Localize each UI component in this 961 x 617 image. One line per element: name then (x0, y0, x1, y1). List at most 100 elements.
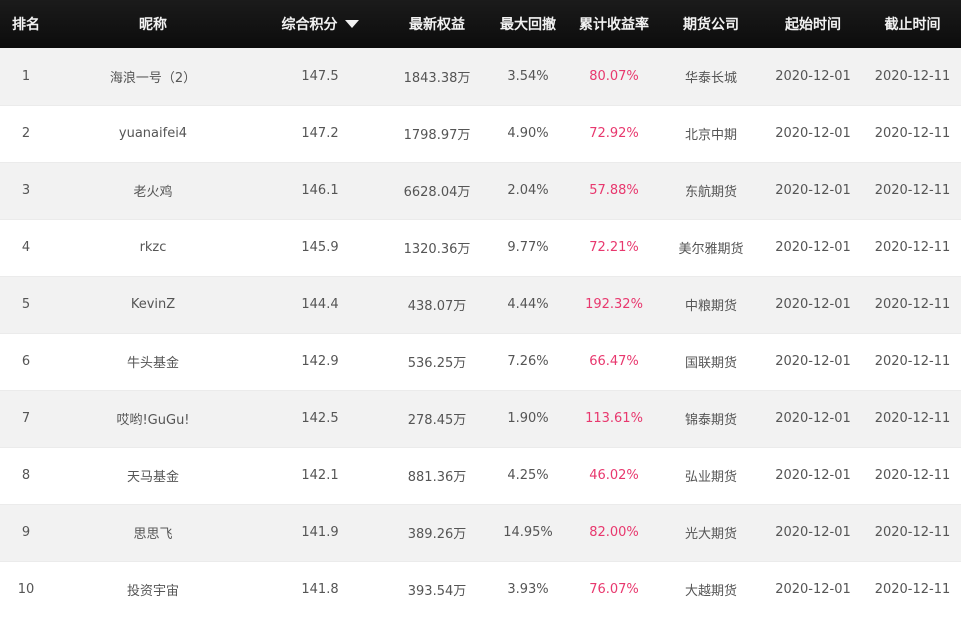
cell-drawdown: 7.26% (488, 333, 568, 391)
cell-rank: 3 (0, 162, 52, 220)
sort-desc-icon (344, 20, 359, 28)
header-start: 起始时间 (762, 0, 864, 48)
cell-rank: 9 (0, 504, 52, 562)
cell-start: 2020-12-01 (762, 447, 864, 505)
cell-end: 2020-12-11 (864, 276, 961, 334)
cell-start: 2020-12-01 (762, 561, 864, 617)
cell-rank: 8 (0, 447, 52, 505)
cell-start: 2020-12-01 (762, 219, 864, 277)
cell-drawdown: 14.95% (488, 504, 568, 562)
header-end-label: 截止时间 (884, 17, 941, 33)
cell-equity: 278.45万 (386, 390, 488, 448)
cell-rank: 4 (0, 219, 52, 277)
cell-return: 82.00% (568, 504, 660, 562)
header-rank-label: 排名 (12, 17, 40, 33)
cell-end: 2020-12-11 (864, 561, 961, 617)
cell-score: 142.9 (254, 333, 386, 391)
cell-drawdown: 3.93% (488, 561, 568, 617)
cell-start: 2020-12-01 (762, 162, 864, 220)
cell-score: 144.4 (254, 276, 386, 334)
cell-end: 2020-12-11 (864, 105, 961, 163)
cell-company: 光大期货 (660, 504, 762, 562)
cell-equity: 1798.97万 (386, 105, 488, 163)
cell-equity: 389.26万 (386, 504, 488, 562)
table-row: 7 哎哟!GuGu! 142.5 278.45万 1.90% 113.61% 锦泰期货 202… (0, 390, 961, 448)
cell-rank: 5 (0, 276, 52, 334)
cell-score: 142.1 (254, 447, 386, 505)
cell-company: 北京中期 (660, 105, 762, 163)
cell-end: 2020-12-11 (864, 390, 961, 448)
cell-equity: 1843.38万 (386, 48, 488, 106)
header-nickname: 昵称 (52, 0, 254, 48)
table-row: 8 天马基金 142.1 881.36万 4.25% 46.02% 弘业期货 2020-12-… (0, 447, 961, 505)
cell-company: 弘业期货 (660, 447, 762, 505)
table-row: 2 yuanaifei4 147.2 1798.97万 4.90% 72.92% 北京中期 2… (0, 105, 961, 163)
cell-company: 美尔雅期货 (660, 219, 762, 277)
cell-nickname[interactable]: 老火鸡 (52, 162, 254, 220)
cell-company: 东航期货 (660, 162, 762, 220)
cell-drawdown: 2.04% (488, 162, 568, 220)
ranking-table: 排名 昵称 综合积分 最新权益 最大回撤 累计收益率 期货公司 起始时间 截止时… (0, 0, 961, 617)
cell-rank: 6 (0, 333, 52, 391)
cell-drawdown: 4.44% (488, 276, 568, 334)
cell-return: 66.47% (568, 333, 660, 391)
cell-equity: 881.36万 (386, 447, 488, 505)
cell-nickname[interactable]: yuanaifei4 (52, 105, 254, 163)
cell-start: 2020-12-01 (762, 105, 864, 163)
table-row: 9 思思飞 141.9 389.26万 14.95% 82.00% 光大期货 2020-12-… (0, 504, 961, 562)
cell-rank: 7 (0, 390, 52, 448)
header-start-label: 起始时间 (785, 17, 841, 33)
table-header: 排名 昵称 综合积分 最新权益 最大回撤 累计收益率 期货公司 起始时间 截止时… (0, 0, 961, 48)
cell-nickname[interactable]: 海浪一号（2） (52, 48, 254, 106)
cell-nickname[interactable]: 天马基金 (52, 447, 254, 505)
cell-nickname[interactable]: 哎哟!GuGu! (52, 390, 254, 448)
cell-company: 锦泰期货 (660, 390, 762, 448)
cell-end: 2020-12-11 (864, 48, 961, 106)
cell-equity: 393.54万 (386, 561, 488, 617)
header-company: 期货公司 (660, 0, 762, 48)
cell-end: 2020-12-11 (864, 333, 961, 391)
cell-score: 145.9 (254, 219, 386, 277)
cell-start: 2020-12-01 (762, 333, 864, 391)
cell-score: 147.5 (254, 48, 386, 106)
table-row: 10 投资宇宙 141.8 393.54万 3.93% 76.07% 大越期货 2020-12… (0, 561, 961, 617)
cell-equity: 6628.04万 (386, 162, 488, 220)
cell-equity: 536.25万 (386, 333, 488, 391)
cell-rank: 1 (0, 48, 52, 106)
header-return-label: 累计收益率 (579, 17, 649, 33)
cell-equity: 438.07万 (386, 276, 488, 334)
cell-return: 80.07% (568, 48, 660, 106)
header-drawdown: 最大回撤 (488, 0, 568, 48)
cell-nickname[interactable]: rkzc (52, 219, 254, 277)
cell-return: 46.02% (568, 447, 660, 505)
cell-score: 146.1 (254, 162, 386, 220)
header-nickname-label: 昵称 (139, 17, 167, 33)
table-row: 1 海浪一号（2） 147.5 1843.38万 3.54% 80.07% 华泰长城 2020… (0, 48, 961, 106)
header-end: 截止时间 (864, 0, 961, 48)
cell-return: 192.32% (568, 276, 660, 334)
cell-company: 大越期货 (660, 561, 762, 617)
header-score-sort[interactable]: 综合积分 (254, 0, 386, 48)
cell-return: 72.92% (568, 105, 660, 163)
cell-rank: 2 (0, 105, 52, 163)
cell-nickname[interactable]: 思思飞 (52, 504, 254, 562)
cell-return: 113.61% (568, 390, 660, 448)
cell-score: 142.5 (254, 390, 386, 448)
cell-equity: 1320.36万 (386, 219, 488, 277)
header-rank: 排名 (0, 0, 52, 48)
cell-nickname[interactable]: 投资宇宙 (52, 561, 254, 617)
header-equity: 最新权益 (386, 0, 488, 48)
cell-nickname[interactable]: KevinZ (52, 276, 254, 334)
cell-end: 2020-12-11 (864, 447, 961, 505)
cell-end: 2020-12-11 (864, 219, 961, 277)
header-company-label: 期货公司 (683, 17, 739, 33)
cell-drawdown: 1.90% (488, 390, 568, 448)
header-equity-label: 最新权益 (409, 17, 465, 33)
cell-company: 华泰长城 (660, 48, 762, 106)
table-row: 5 KevinZ 144.4 438.07万 4.44% 192.32% 中粮期货 2020-… (0, 276, 961, 334)
cell-start: 2020-12-01 (762, 390, 864, 448)
cell-nickname[interactable]: 牛头基金 (52, 333, 254, 391)
header-row: 排名 昵称 综合积分 最新权益 最大回撤 累计收益率 期货公司 起始时间 截止时… (0, 0, 961, 48)
table-row: 4 rkzc 145.9 1320.36万 9.77% 72.21% 美尔雅期货 2020-1… (0, 219, 961, 277)
cell-start: 2020-12-01 (762, 504, 864, 562)
